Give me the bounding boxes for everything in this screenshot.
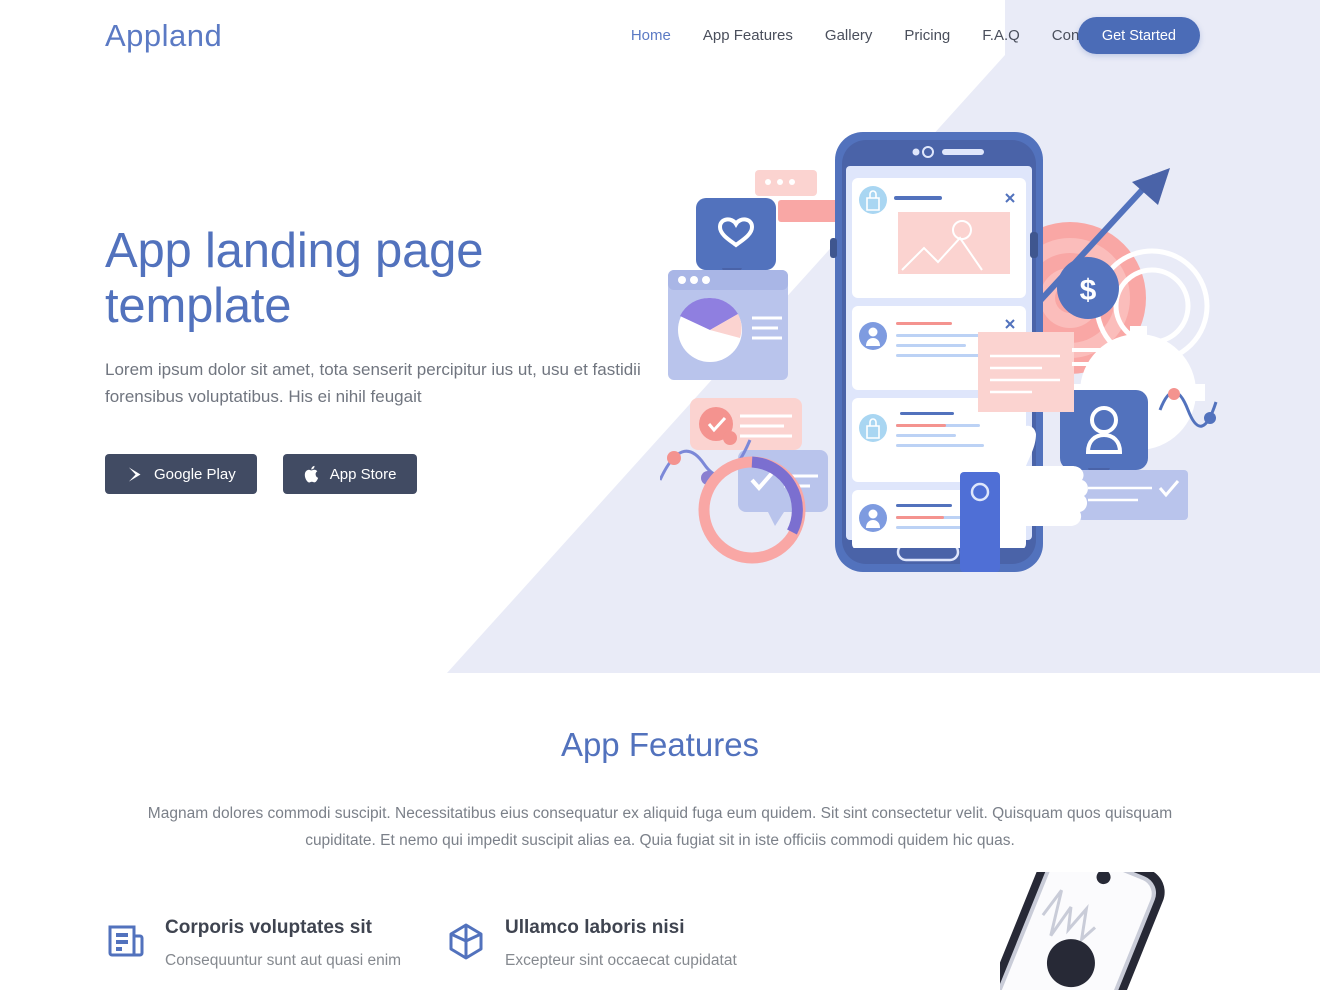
hero-subtitle: Lorem ipsum dolor sit amet, tota senseri…: [105, 359, 641, 406]
svg-text:$: $: [1080, 274, 1097, 307]
hero-illustration: $: [660, 132, 1218, 572]
main-navigation: Home App Features Gallery Pricing F.A.Q …: [631, 27, 1126, 44]
features-list: Corporis voluptates sit Consequuntur sun…: [105, 916, 1215, 972]
google-play-icon: [126, 466, 143, 483]
feature-title: Ullamco laboris nisi: [505, 917, 685, 938]
nav-item-app-features[interactable]: App Features: [703, 27, 793, 44]
get-started-button[interactable]: Get Started: [1077, 17, 1200, 54]
feature-text: Consequuntur sunt aut quasi enim: [165, 951, 402, 969]
google-play-button[interactable]: Google Play: [105, 454, 257, 495]
google-play-label: Google Play: [154, 465, 236, 483]
hero-cta-group: Google Play App Store: [105, 454, 665, 495]
brand-logo[interactable]: Appland: [105, 18, 222, 54]
newspaper-icon: [105, 920, 147, 967]
note-card-blue: [1078, 470, 1188, 520]
coin-icon: $: [1057, 257, 1119, 319]
features-title: App Features: [560, 726, 760, 763]
nav-item-pricing[interactable]: Pricing: [904, 27, 950, 44]
feature-text: Excepteur sint occaecat cupidatat: [505, 951, 737, 969]
feature-card-corporis[interactable]: Corporis voluptates sit Consequuntur sun…: [105, 916, 445, 972]
app-store-label: App Store: [329, 465, 397, 483]
features-description: Magnam dolores commodi suscipit. Necessi…: [147, 805, 1173, 850]
apple-icon: [304, 465, 319, 483]
hero-section: App landing page template Lorem ipsum do…: [105, 224, 665, 495]
check-card-pink: [690, 398, 802, 450]
app-store-button[interactable]: App Store: [282, 454, 418, 495]
site-header: Appland Home App Features Gallery Pricin…: [0, 0, 1320, 72]
feature-title: Corporis voluptates sit: [165, 917, 372, 938]
nav-item-gallery[interactable]: Gallery: [825, 27, 873, 44]
nav-item-faq[interactable]: F.A.Q: [982, 27, 1020, 44]
landing-page: Appland Home App Features Gallery Pricin…: [0, 0, 1320, 990]
feature-card-ullamco[interactable]: Ullamco laboris nisi Excepteur sint occa…: [445, 916, 785, 972]
pie-chart-card: [668, 270, 788, 380]
nav-item-home[interactable]: Home: [631, 27, 671, 44]
hero-title: App landing page template: [105, 224, 484, 333]
cube-icon: [445, 920, 487, 967]
features-section: App Features Magnam dolores commodi susc…: [0, 726, 1320, 969]
